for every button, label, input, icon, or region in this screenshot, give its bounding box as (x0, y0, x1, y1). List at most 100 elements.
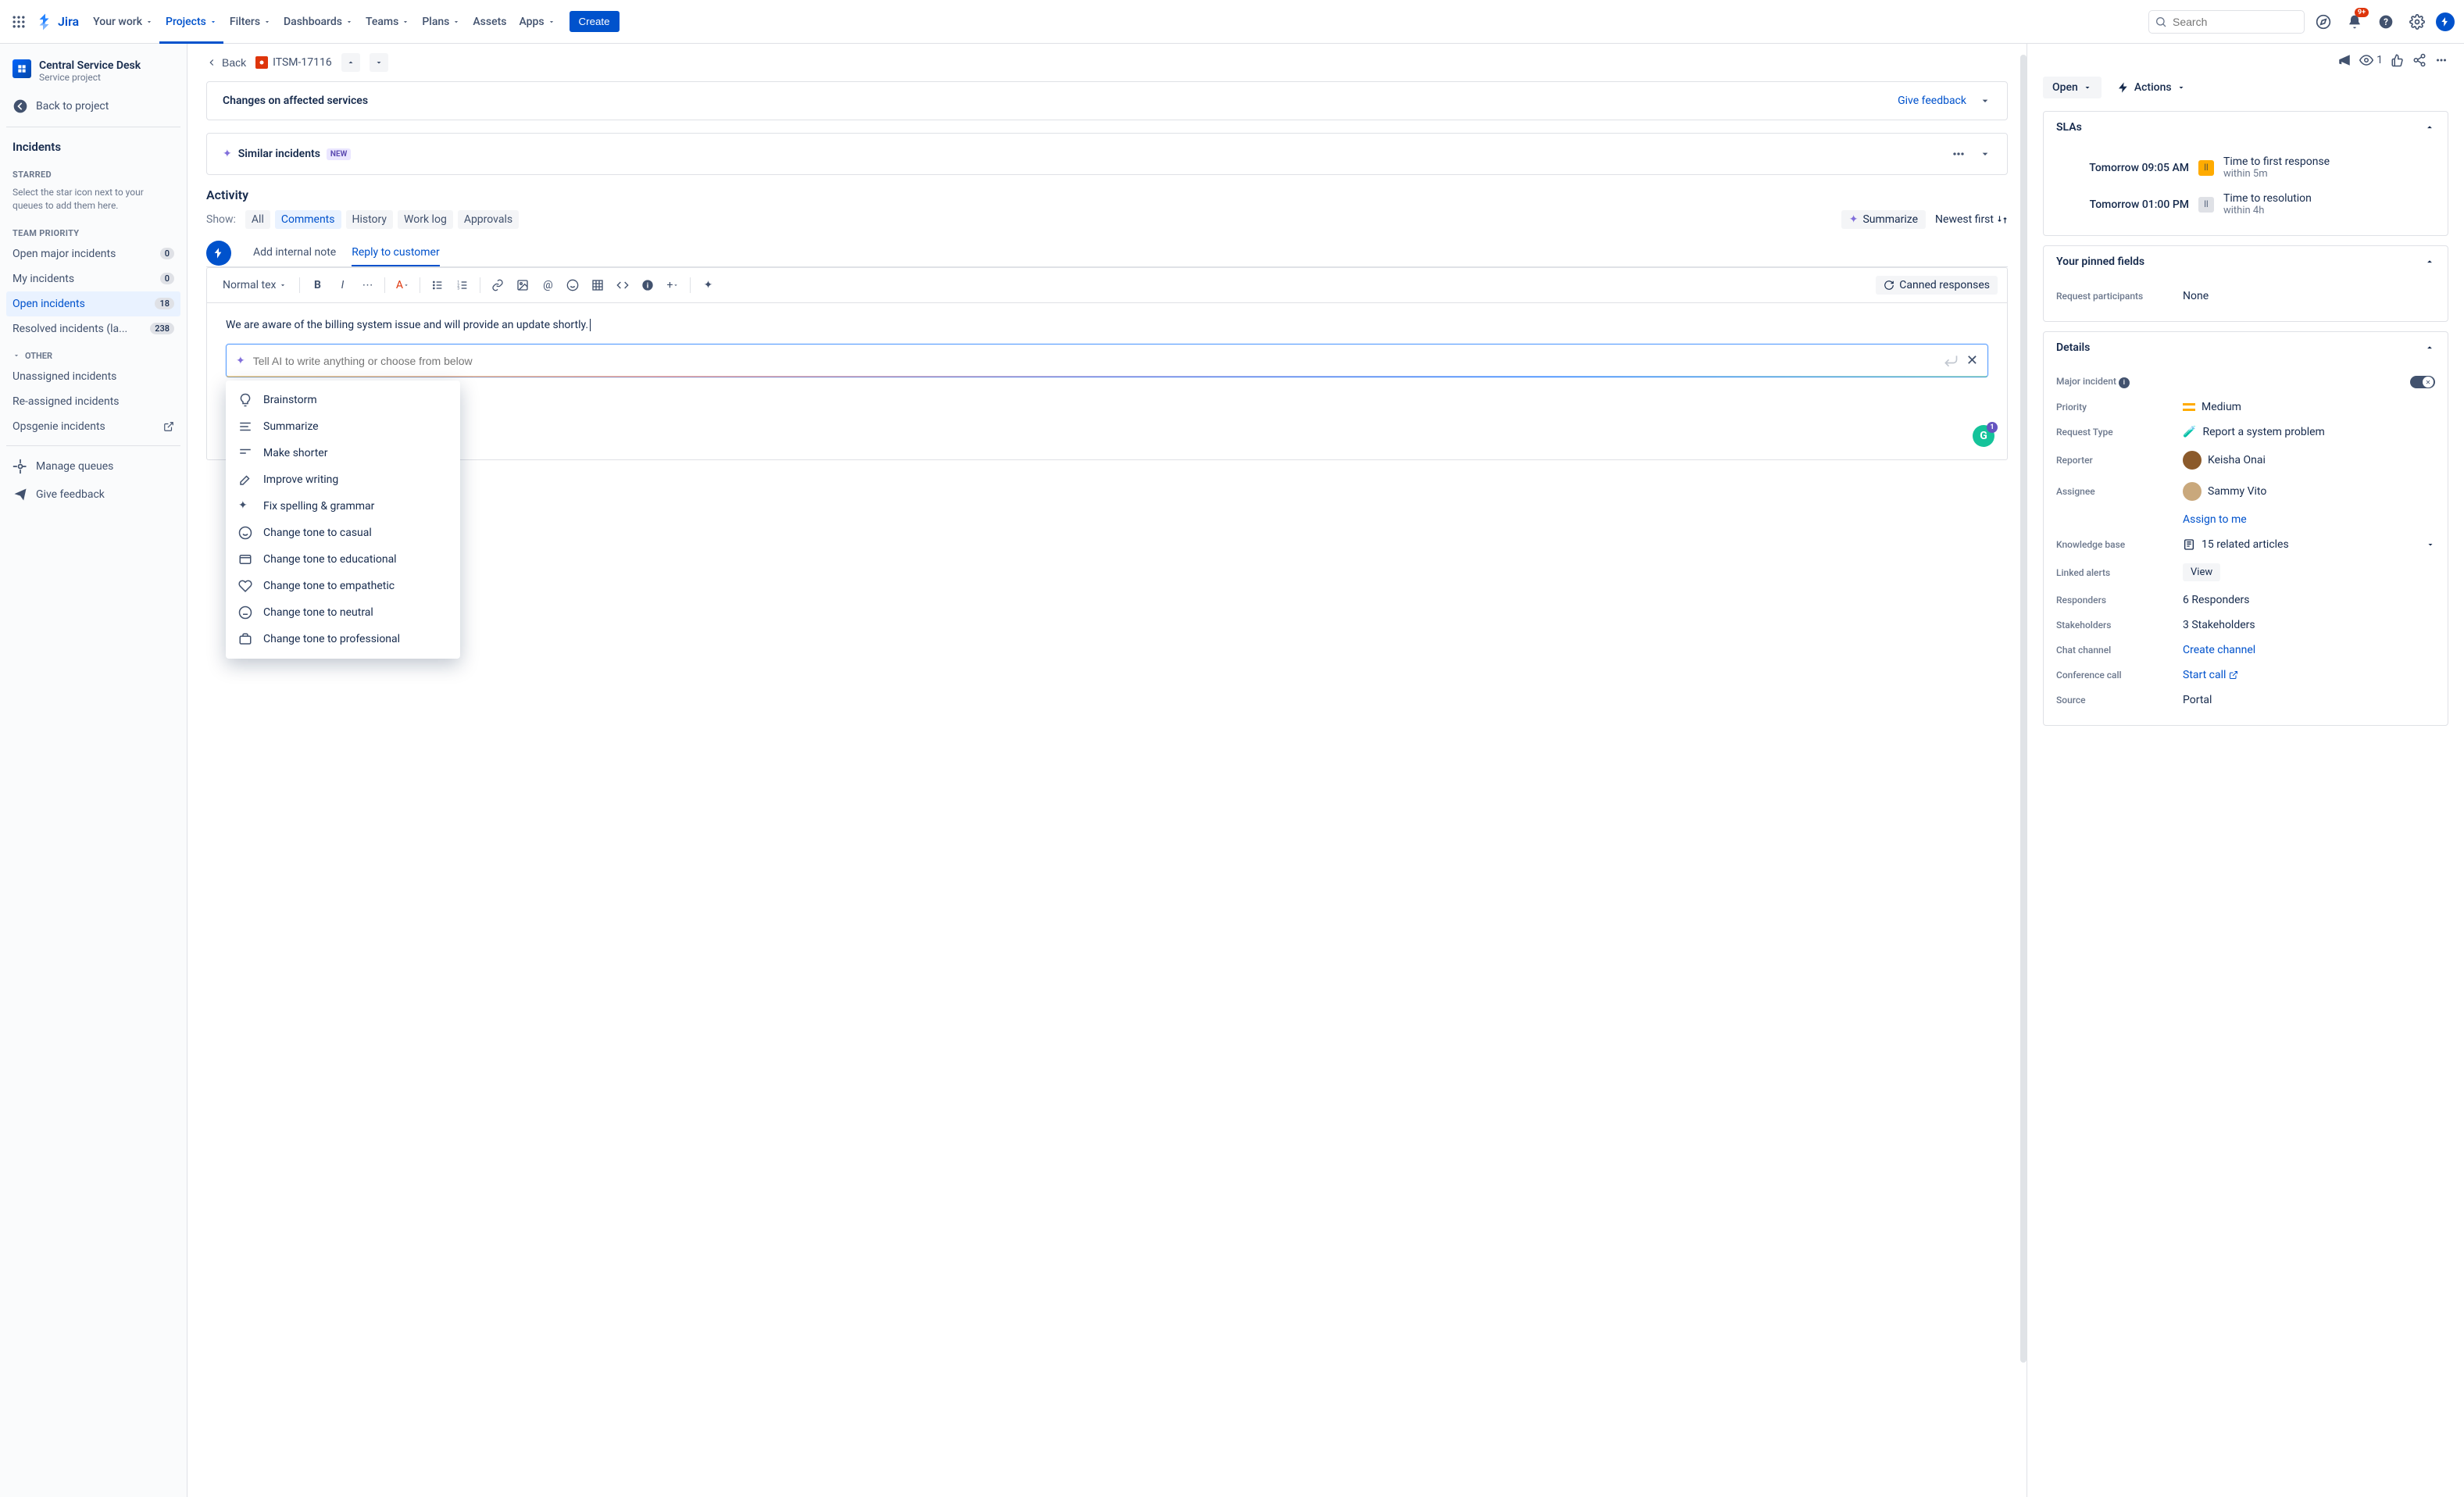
info-button[interactable]: i (637, 274, 659, 296)
pinned-header[interactable]: Your pinned fields (2044, 246, 2448, 277)
nav-item-assets[interactable]: Assets (466, 11, 512, 33)
more-icon[interactable] (1951, 146, 1966, 162)
ai-option-change-tone-to-professional[interactable]: Change tone to professional (226, 626, 460, 652)
nav-item-teams[interactable]: Teams (359, 11, 416, 33)
italic-button[interactable]: I (331, 274, 353, 296)
queue-item[interactable]: Resolved incidents (la...238 (6, 316, 180, 341)
like-icon[interactable] (2391, 53, 2405, 67)
queue-item[interactable]: My incidents0 (6, 266, 180, 291)
nav-item-dashboards[interactable]: Dashboards (277, 11, 359, 33)
ai-option-brainstorm[interactable]: Brainstorm (226, 387, 460, 413)
ai-option-change-tone-to-educational[interactable]: Change tone to educational (226, 546, 460, 573)
ai-option-improve-writing[interactable]: Improve writing (226, 466, 460, 493)
nav-item-your-work[interactable]: Your work (87, 11, 159, 33)
nav-item-apps[interactable]: Apps (512, 11, 561, 33)
search-input[interactable] (2148, 10, 2305, 34)
assign-to-me-link[interactable]: Assign to me (2183, 513, 2247, 526)
queue-item[interactable]: Open incidents18 (6, 291, 180, 316)
queue-item[interactable]: Open major incidents0 (6, 241, 180, 266)
watchers-button[interactable]: 1 (2359, 53, 2383, 67)
other-toggle[interactable]: OTHER (6, 341, 180, 364)
ai-option-summarize[interactable]: Summarize (226, 413, 460, 440)
mention-button[interactable]: @ (537, 274, 559, 296)
ai-option-change-tone-to-casual[interactable]: Change tone to casual (226, 520, 460, 546)
start-call-link[interactable]: Start call (2183, 669, 2238, 681)
text-style-picker[interactable]: Normal tex (216, 276, 293, 295)
actions-button[interactable]: Actions (2111, 77, 2192, 98)
link-button[interactable] (487, 274, 509, 296)
ai-option-make-shorter[interactable]: Make shorter (226, 440, 460, 466)
nav-item-projects[interactable]: Projects (159, 11, 223, 33)
summarize-button[interactable]: ✦ Summarize (1841, 210, 1926, 229)
internal-note-tab[interactable]: Add internal note (253, 240, 336, 266)
responders-value[interactable]: 6 Responders (2183, 594, 2435, 606)
field-value[interactable]: None (2183, 290, 2435, 302)
priority-value[interactable]: Medium (2183, 401, 2435, 413)
activity-tab-comments[interactable]: Comments (275, 210, 341, 229)
activity-tab-work-log[interactable]: Work log (398, 210, 453, 229)
announcement-icon[interactable] (2337, 53, 2352, 67)
compass-icon[interactable] (2311, 9, 2336, 34)
reporter-value[interactable]: Keisha Onai (2183, 451, 2435, 470)
request-type-value[interactable]: 🧪Report a system problem (2183, 426, 2435, 438)
kb-value[interactable]: 15 related articles (2183, 538, 2435, 551)
manage-queues-link[interactable]: Manage queues (6, 452, 180, 481)
chevron-down-icon[interactable] (1979, 148, 1991, 160)
back-to-project-link[interactable]: Back to project (6, 92, 180, 120)
major-incident-toggle[interactable] (2410, 376, 2435, 388)
activity-tab-history[interactable]: History (346, 210, 394, 229)
image-button[interactable] (512, 274, 534, 296)
info-icon[interactable]: i (2119, 377, 2130, 388)
view-alerts-button[interactable]: View (2183, 563, 2220, 581)
reply-customer-tab[interactable]: Reply to customer (352, 240, 439, 266)
create-channel-link[interactable]: Create channel (2183, 644, 2255, 656)
send-icon[interactable] (1943, 353, 1959, 369)
ai-prompt-input[interactable] (253, 355, 1935, 367)
grammarly-badge[interactable]: G (1973, 425, 1994, 447)
give-feedback-link[interactable]: Give feedback (1898, 95, 1966, 107)
ai-button[interactable]: ✦ (697, 274, 719, 296)
settings-icon[interactable] (2405, 9, 2430, 34)
app-switcher-icon[interactable] (9, 13, 28, 31)
details-header[interactable]: Details (2044, 332, 2448, 363)
queue-item[interactable]: Opsgenie incidents (6, 414, 180, 439)
add-button[interactable]: + (662, 274, 684, 296)
emoji-button[interactable] (562, 274, 584, 296)
share-icon[interactable] (2412, 53, 2427, 67)
text-color-button[interactable]: A (391, 274, 413, 296)
help-icon[interactable]: ? (2373, 9, 2398, 34)
activity-tab-all[interactable]: All (245, 210, 270, 229)
more-format-button[interactable]: ⋯ (356, 274, 378, 296)
ai-option-change-tone-to-empathetic[interactable]: Change tone to empathetic (226, 573, 460, 599)
notifications-icon[interactable]: 9+ (2342, 9, 2367, 34)
activity-tab-approvals[interactable]: Approvals (458, 210, 519, 229)
code-button[interactable] (612, 274, 634, 296)
feedback-link[interactable]: Give feedback (6, 481, 180, 509)
assignee-value[interactable]: Sammy Vito (2183, 482, 2435, 501)
ai-option-change-tone-to-neutral[interactable]: Change tone to neutral (226, 599, 460, 626)
editor-body[interactable]: We are aware of the billing system issue… (207, 303, 2007, 459)
nav-item-filters[interactable]: Filters (223, 11, 277, 33)
nav-item-plans[interactable]: Plans (416, 11, 466, 33)
queue-item[interactable]: Re-assigned incidents (6, 389, 180, 414)
sort-button[interactable]: Newest first (1935, 213, 2008, 226)
create-button[interactable]: Create (570, 11, 620, 32)
back-button[interactable]: Back (206, 56, 246, 69)
next-issue-button[interactable] (370, 53, 388, 72)
queue-item[interactable]: Unassigned incidents (6, 364, 180, 389)
issue-key[interactable]: ITSM-17116 (255, 56, 332, 69)
scrollbar[interactable] (2020, 55, 2027, 1363)
ai-option-fix-spelling-and-grammar[interactable]: ✦Fix spelling & grammar (226, 493, 460, 520)
table-button[interactable] (587, 274, 609, 296)
canned-responses-button[interactable]: Canned responses (1876, 276, 1998, 295)
status-button[interactable]: Open (2043, 77, 2102, 98)
slas-header[interactable]: SLAs (2044, 112, 2448, 143)
close-ai-button[interactable]: ✕ (1966, 352, 1978, 369)
more-icon[interactable] (2434, 53, 2448, 67)
bold-button[interactable]: B (306, 274, 328, 296)
stakeholders-value[interactable]: 3 Stakeholders (2183, 619, 2435, 631)
numbered-list-button[interactable]: 123 (452, 274, 473, 296)
chevron-down-icon[interactable] (1979, 95, 1991, 107)
bullet-list-button[interactable] (427, 274, 448, 296)
profile-avatar[interactable] (2436, 13, 2455, 31)
